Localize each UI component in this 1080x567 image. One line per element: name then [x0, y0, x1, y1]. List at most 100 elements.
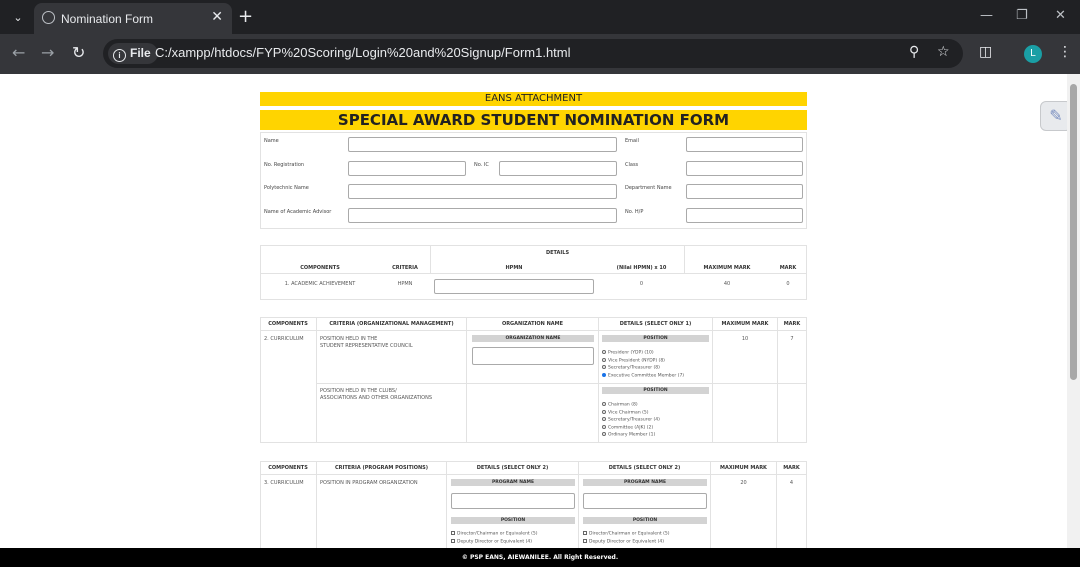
- forward-icon[interactable]: →: [41, 43, 54, 62]
- tab-search-chevron-icon[interactable]: ⌄: [8, 8, 28, 28]
- option-label: Director/Chairman or Equivalent (5): [457, 531, 538, 537]
- radio-button[interactable]: [602, 365, 606, 369]
- position-option[interactable]: Director/Chairman or Equivalent (5): [583, 531, 670, 537]
- tab-close-icon[interactable]: ✕: [211, 9, 223, 25]
- radio-button[interactable]: [602, 409, 606, 414]
- position-option[interactable]: Director/Chairman or Equivalent (5): [451, 531, 538, 537]
- org-criteria-header: CRITERIA (ORGANIZATIONAL MANAGEMENT): [329, 321, 454, 327]
- checkbox[interactable]: [451, 531, 455, 535]
- option-label: Committee (AJK) (2): [608, 425, 654, 430]
- option-label: Secretary/Treasurer (4): [608, 417, 660, 423]
- prog-max-mark: 20: [740, 480, 747, 486]
- polytechnic-input[interactable]: [348, 184, 617, 199]
- hp-no-label: No. H/P: [625, 209, 644, 215]
- option-label: Secretary/Treasurer (8): [608, 365, 660, 371]
- ic-no-label: No. IC: [474, 162, 489, 168]
- restore-icon[interactable]: ❐: [1016, 8, 1028, 23]
- globe-icon: [42, 11, 55, 24]
- position-option[interactable]: Deputy Director or Equivalent (4): [451, 538, 532, 544]
- checkbox[interactable]: [583, 531, 587, 535]
- site-info-chip[interactable]: i File: [108, 43, 158, 64]
- menu-dots-icon[interactable]: ⋮: [1058, 44, 1072, 60]
- position-option[interactable]: Chairman (8): [602, 402, 638, 408]
- position-option[interactable]: Committee (AJK) (2): [602, 424, 654, 430]
- program-name-input-1[interactable]: [451, 493, 575, 509]
- eans-attachment-banner: EANS ATTACHMENT: [260, 92, 807, 106]
- option-label: Director/Chairman or Equivalent (5): [589, 531, 670, 537]
- radio-button[interactable]: [602, 417, 606, 421]
- email-input[interactable]: [686, 137, 803, 152]
- advisor-input[interactable]: [348, 208, 617, 223]
- reload-icon[interactable]: ↻: [72, 43, 85, 62]
- window-close-icon[interactable]: ✕: [1055, 8, 1066, 23]
- hpmn-input[interactable]: [434, 279, 594, 294]
- extensions-icon[interactable]: ◫: [979, 44, 992, 60]
- class-input[interactable]: [686, 161, 803, 176]
- checkbox[interactable]: [451, 538, 455, 543]
- org-details-header: DETAILS (SELECT ONLY 1): [619, 321, 692, 327]
- scrollbar-thumb[interactable]: [1070, 84, 1077, 380]
- row-divider: [316, 383, 807, 384]
- org-criteria-line1: POSITION HELD IN THE: [320, 336, 378, 342]
- ic-no-input[interactable]: [499, 161, 617, 176]
- club-position-header: POSITION: [602, 387, 709, 394]
- prog-component: 3. CURRICULUM: [264, 480, 304, 486]
- hpmn-header: HPMN: [505, 265, 523, 271]
- back-icon[interactable]: ←: [12, 43, 25, 62]
- name-input[interactable]: [348, 137, 617, 152]
- position-option[interactable]: Secretary/Treasurer (8): [602, 365, 660, 371]
- radio-button[interactable]: [602, 350, 606, 354]
- form-title: SPECIAL AWARD STUDENT NOMINATION FORM: [260, 110, 807, 130]
- radio-button[interactable]: [602, 432, 606, 436]
- prog-mark-header: MARK: [783, 465, 800, 471]
- bookmark-star-icon[interactable]: ☆: [937, 44, 950, 60]
- radio-button[interactable]: [602, 372, 606, 377]
- checkbox[interactable]: [583, 538, 587, 543]
- profile-avatar[interactable]: L: [1024, 45, 1042, 63]
- email-label: Email: [625, 138, 639, 144]
- new-tab-icon[interactable]: +: [238, 6, 253, 27]
- program-name-input-2[interactable]: [583, 493, 707, 509]
- tab-nomination-form[interactable]: Nomination Form ✕: [34, 3, 232, 34]
- option-label: Chairman (8): [608, 402, 638, 408]
- radio-button[interactable]: [602, 402, 606, 406]
- org-components-header: COMPONENTS: [268, 321, 308, 327]
- row-divider: [260, 474, 807, 475]
- option-label: Vice President (NYDP) (8): [608, 358, 665, 363]
- department-input[interactable]: [686, 184, 803, 199]
- org-mark: 7: [790, 336, 794, 342]
- option-label: Executive Committee Member (7): [608, 373, 685, 378]
- program-position-header-1: POSITION: [451, 517, 575, 524]
- url-text: C:/xampp/htdocs/FYP%20Scoring/Login%20an…: [155, 45, 571, 60]
- hp-no-input[interactable]: [686, 208, 803, 223]
- org-name-header: ORGANIZATION NAME: [501, 321, 564, 327]
- reg-no-input[interactable]: [348, 161, 466, 176]
- position-option[interactable]: Vice President (NYDP) (8): [602, 357, 665, 363]
- minimize-icon[interactable]: —: [980, 8, 993, 23]
- mark-header: MARK: [779, 265, 797, 271]
- page-scrollbar[interactable]: [1067, 74, 1080, 548]
- polytechnic-label: Polytechnic Name: [264, 185, 309, 191]
- club-criteria-line1: POSITION HELD IN THE CLUBS/: [320, 388, 397, 394]
- academic-max-mark: 40: [723, 281, 731, 287]
- position-option[interactable]: Secretary/Treasurer (4): [602, 417, 660, 423]
- position-option[interactable]: Vice Chairman (5): [602, 409, 649, 415]
- position-option[interactable]: Executive Committee Member (7): [602, 372, 685, 378]
- org-max-header: MAXIMUM MARK: [721, 321, 769, 327]
- org-mark-header: MARK: [783, 321, 801, 327]
- prog-details-header-2: DETAILS (SELECT ONLY 2): [608, 465, 681, 471]
- reg-no-label: No. Registration: [264, 162, 305, 168]
- position-option[interactable]: Presidenr (YDP) (10): [602, 350, 654, 356]
- zoom-icon[interactable]: ⚲: [909, 44, 919, 60]
- position-option[interactable]: Ordinary Member (1): [602, 432, 655, 438]
- position-option[interactable]: Deputy Director or Equivalent (4): [583, 538, 664, 544]
- option-label: Vice Chairman (5): [608, 410, 649, 415]
- site-info-label: File: [130, 46, 151, 60]
- program-position-header-2: POSITION: [583, 517, 707, 524]
- max-mark-header: MAXIMUM MARK: [703, 265, 751, 271]
- address-bar[interactable]: i File C:/xampp/htdocs/FYP%20Scoring/Logi…: [103, 39, 963, 68]
- radio-button[interactable]: [602, 424, 606, 429]
- org-name-input[interactable]: [472, 347, 594, 365]
- radio-button[interactable]: [602, 357, 606, 362]
- row-divider: [260, 273, 807, 274]
